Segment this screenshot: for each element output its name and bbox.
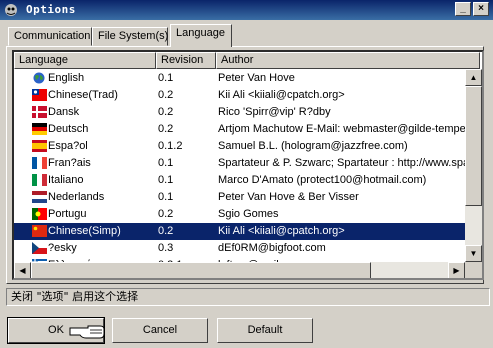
language-name: Deutsch xyxy=(48,123,89,135)
scroll-left-icon[interactable]: ◀ xyxy=(14,262,31,278)
scroll-down-icon[interactable]: ▼ xyxy=(465,245,482,262)
options-window: Options _ × Communication File System(s)… xyxy=(0,0,493,348)
list-header: Language Revision Author xyxy=(14,52,480,69)
language-name: Chinese(Simp) xyxy=(48,225,121,237)
horizontal-scrollbar[interactable]: ◀ ▶ xyxy=(14,262,465,278)
globe-icon xyxy=(33,72,45,84)
title-bar[interactable]: Options _ × xyxy=(0,0,493,20)
revision-value: 0.1 xyxy=(158,174,174,186)
default-button[interactable]: Default xyxy=(217,318,313,343)
tab-file-systems[interactable]: File System(s) xyxy=(92,27,168,46)
list-item[interactable]: Nederlands 0.1 Peter Van Hove & Ber Visser xyxy=(14,189,465,206)
list-rows: English 0.1 Peter Van Hove Chinese(Trad) 0.2… xyxy=(14,69,465,263)
app-icon xyxy=(5,4,17,16)
germany-flag-icon xyxy=(32,123,47,135)
netherlands-belgium-flag-icon xyxy=(32,191,47,203)
revision-value: 0.1 xyxy=(158,72,174,84)
scroll-corner xyxy=(465,262,482,278)
tab-language[interactable]: Language xyxy=(170,24,232,47)
column-language[interactable]: Language xyxy=(14,52,156,69)
list-item[interactable]: English 0.1 Peter Van Hove xyxy=(14,70,465,87)
status-bar: 关闭 "选项" 启用这个选择 xyxy=(6,288,490,306)
language-list[interactable]: Language Revision Author English 0.1 Peter… xyxy=(12,50,484,280)
list-item[interactable]: Portugu 0.2 Sgio Gomes xyxy=(14,206,465,223)
list-item[interactable]: Fran?ais 0.1 Spartateur & P. Szwarc; Spart… xyxy=(14,155,465,172)
author-value: Kii Ali <kiiali@cpatch.org> xyxy=(218,89,345,101)
hand-pointer-icon xyxy=(69,325,105,339)
language-name: Nederlands xyxy=(48,191,105,203)
denmark-flag-icon xyxy=(32,106,47,118)
revision-value: 0.2 xyxy=(158,106,174,118)
czech-flag-icon xyxy=(32,242,47,254)
revision-value: 0.2 xyxy=(158,208,174,220)
author-value: Samuel B.L. (hologram@jazzfree.com) xyxy=(218,140,408,152)
list-item[interactable]: ?esky 0.3 dEf0RM@bigfoot.com xyxy=(14,240,465,257)
portugal-flag-icon xyxy=(32,208,47,220)
cancel-button[interactable]: Cancel xyxy=(112,318,208,343)
revision-value: 0.2 xyxy=(158,225,174,237)
author-value: Sgio Gomes xyxy=(218,208,279,220)
author-value: Rico 'Spirr@vip' R?dby xyxy=(218,106,331,118)
revision-value: 0.3 xyxy=(158,242,174,254)
language-name: Espa?ol xyxy=(48,140,88,152)
author-value: Marco D'Amato (protect100@hotmail.com) xyxy=(218,174,427,186)
author-value: Peter Van Hove xyxy=(218,72,295,84)
list-item[interactable]: Deutsch 0.2 Artjom Machutow E-Mail: webmas… xyxy=(14,121,465,138)
language-name: Chinese(Trad) xyxy=(48,89,118,101)
author-value: Kii Ali <kiiali@cpatch.org> xyxy=(218,225,345,237)
italy-flag-icon xyxy=(32,174,47,186)
close-button[interactable]: × xyxy=(473,2,489,16)
default-label: Default xyxy=(247,324,283,336)
list-item[interactable]: Chinese(Simp) 0.2 Kii Ali <kiiali@cpatch.o… xyxy=(14,223,465,240)
list-item[interactable]: Espa?ol 0.1.2 Samuel B.L. (hologram@jazzfr… xyxy=(14,138,465,155)
ok-label: OK xyxy=(48,324,64,336)
language-name: Italiano xyxy=(48,174,84,186)
vertical-scroll-thumb[interactable] xyxy=(465,86,482,206)
list-item[interactable]: Chinese(Trad) 0.2 Kii Ali <kiiali@cpatch.o… xyxy=(14,87,465,104)
column-revision[interactable]: Revision xyxy=(156,52,216,69)
revision-value: 0.2 xyxy=(158,123,174,135)
language-name: ?esky xyxy=(48,242,77,254)
minimize-button[interactable]: _ xyxy=(455,2,471,16)
revision-value: 0.1 xyxy=(158,157,174,169)
scroll-up-icon[interactable]: ▲ xyxy=(465,69,482,86)
taiwan-flag-icon xyxy=(32,89,47,101)
china-flag-icon xyxy=(32,225,47,237)
revision-value: 0.1 xyxy=(158,191,174,203)
language-name: English xyxy=(48,72,85,84)
language-name: Fran?ais xyxy=(48,157,91,169)
horizontal-scroll-thumb[interactable] xyxy=(31,262,371,278)
vertical-scrollbar[interactable]: ▲ ▼ xyxy=(465,69,482,262)
column-author[interactable]: Author xyxy=(216,52,480,69)
revision-value: 0.2 xyxy=(158,89,174,101)
cancel-label: Cancel xyxy=(142,324,178,336)
spain-flag-icon xyxy=(32,140,47,152)
tab-communication[interactable]: Communication xyxy=(8,27,92,46)
author-value: Artjom Machutow E-Mail: webmaster@gilde-… xyxy=(218,123,465,135)
france-canada-flag-icon xyxy=(32,157,47,169)
author-value: Peter Van Hove & Ber Visser xyxy=(218,191,359,203)
language-name: Dansk xyxy=(48,106,80,118)
author-value: dEf0RM@bigfoot.com xyxy=(218,242,326,254)
scroll-right-icon[interactable]: ▶ xyxy=(448,262,465,278)
list-item[interactable]: Italiano 0.1 Marco D'Amato (protect100@hot… xyxy=(14,172,465,189)
list-item[interactable]: Dansk 0.2 Rico 'Spirr@vip' R?dby xyxy=(14,104,465,121)
language-name: Portugu xyxy=(48,208,87,220)
author-value: Spartateur & P. Szwarc; Spartateur : htt… xyxy=(218,157,465,169)
window-title: Options xyxy=(26,3,76,16)
revision-value: 0.1.2 xyxy=(158,140,183,152)
